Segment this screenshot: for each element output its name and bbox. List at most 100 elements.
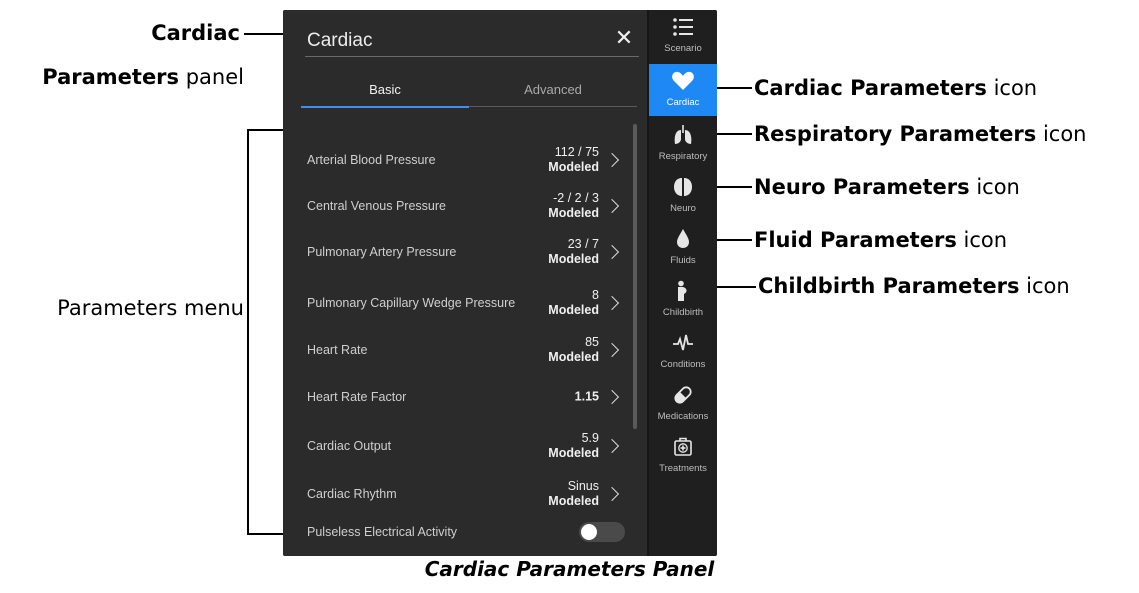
heart-icon bbox=[672, 71, 694, 90]
toggle-knob bbox=[581, 524, 597, 540]
tab-advanced[interactable]: Advanced bbox=[469, 82, 637, 97]
pulseless-electrical-activity-label: Pulseless Electrical Activity bbox=[307, 525, 458, 539]
chevron-right-icon bbox=[604, 244, 620, 260]
param-value-mode: Modeled bbox=[548, 446, 599, 460]
cardiac-parameters-panel: Cardiac ✕ Basic Advanced Arterial Blood … bbox=[283, 10, 647, 556]
chevron-right-icon bbox=[604, 389, 620, 405]
annotation-cardiac-panel: Cardiac bbox=[0, 20, 240, 46]
param-label: Cardiac Rhythm bbox=[307, 487, 397, 501]
tab-advanced-underline bbox=[469, 106, 637, 107]
param-label: Cardiac Output bbox=[307, 439, 392, 453]
annotation-line-respiratory bbox=[712, 133, 752, 135]
annotation-childbirth-icon-bold: Childbirth Parameters bbox=[758, 274, 1020, 298]
annotation-line-cardiac bbox=[712, 87, 752, 89]
sidebar-item-childbirth[interactable]: Childbirth bbox=[649, 274, 717, 326]
sidebar-label: Conditions bbox=[660, 359, 706, 370]
close-icon[interactable]: ✕ bbox=[613, 27, 635, 49]
param-label: Heart Rate bbox=[307, 343, 368, 357]
chevron-right-icon bbox=[604, 295, 620, 311]
sidebar-item-fluids[interactable]: Fluids bbox=[649, 222, 717, 274]
param-value-mode: Modeled bbox=[548, 350, 599, 364]
param-value-mode: Modeled bbox=[548, 252, 599, 266]
annotation-line-fluid bbox=[712, 239, 752, 241]
chevron-right-icon bbox=[604, 198, 620, 214]
first-aid-icon bbox=[674, 437, 692, 456]
param-label: Arterial Blood Pressure bbox=[307, 153, 436, 167]
annotation-childbirth-icon-rest: icon bbox=[1019, 274, 1070, 298]
chevron-right-icon bbox=[604, 342, 620, 358]
param-value: Sinus Modeled bbox=[548, 479, 599, 509]
param-value-number: 5.9 bbox=[581, 431, 599, 445]
annotation-line-neuro bbox=[712, 186, 752, 188]
sidebar-item-respiratory[interactable]: Respiratory bbox=[649, 118, 717, 170]
brain-icon bbox=[674, 178, 692, 196]
param-value-number: 112 / 75 bbox=[554, 145, 599, 159]
sidebar-item-conditions[interactable]: Conditions bbox=[649, 326, 717, 378]
param-label: Pulmonary Artery Pressure bbox=[307, 245, 457, 259]
param-value-mode: Modeled bbox=[548, 494, 599, 508]
param-row-pulmonary-artery-pressure[interactable]: Pulmonary Artery Pressure 23 / 7 Modeled bbox=[283, 230, 633, 274]
annotation-cardiac-icon: Cardiac Parameters icon bbox=[754, 75, 1037, 101]
param-row-central-venous-pressure[interactable]: Central Venous Pressure -2 / 2 / 3 Modele… bbox=[283, 184, 633, 228]
param-value: 23 / 7 Modeled bbox=[548, 237, 599, 267]
sidebar-item-treatments[interactable]: Treatments bbox=[649, 430, 717, 482]
param-row-heart-rate-factor[interactable]: Heart Rate Factor 1.15 bbox=[283, 375, 633, 419]
param-value: 8 Modeled bbox=[548, 288, 599, 318]
list-icon bbox=[673, 18, 693, 36]
tab-basic[interactable]: Basic bbox=[301, 82, 469, 97]
param-label: Central Venous Pressure bbox=[307, 199, 446, 213]
annotation-cardiac-panel-bold: Cardiac bbox=[151, 21, 240, 45]
sidebar-item-medications[interactable]: Medications bbox=[649, 378, 717, 430]
panel-title: Cardiac bbox=[307, 30, 373, 51]
param-row-heart-rate[interactable]: Heart Rate 85 Modeled bbox=[283, 328, 633, 372]
sidebar-label: Cardiac bbox=[666, 97, 700, 108]
annotation-cardiac-icon-rest: icon bbox=[986, 76, 1038, 100]
pulseless-electrical-activity-toggle[interactable] bbox=[579, 522, 625, 542]
sidebar-item-neuro[interactable]: Neuro bbox=[649, 170, 717, 222]
annotation-bracket-vertical bbox=[247, 129, 249, 534]
param-row-arterial-blood-pressure[interactable]: Arterial Blood Pressure 112 / 75 Modeled bbox=[283, 138, 633, 182]
sidebar-item-cardiac[interactable]: Cardiac bbox=[649, 64, 717, 116]
annotation-line-childbirth bbox=[712, 286, 756, 288]
param-value-mode: Modeled bbox=[548, 206, 599, 220]
annotation-respiratory-icon: Respiratory Parameters icon bbox=[754, 121, 1087, 147]
param-value-mode: Modeled bbox=[548, 303, 599, 317]
annotation-fluid-icon-rest: icon bbox=[956, 228, 1008, 252]
annotation-cardiac-panel-line2: Parameters panel bbox=[0, 64, 244, 90]
param-value: 85 Modeled bbox=[548, 335, 599, 365]
param-row-pulmonary-capillary-wedge-pressure[interactable]: Pulmonary Capillary Wedge Pressure 8 Mode… bbox=[283, 281, 633, 325]
parameters-sidebar: Scenario Cardiac Respiratory Neuro Fluid… bbox=[647, 10, 717, 556]
scrollbar[interactable] bbox=[633, 124, 637, 429]
annotation-fluid-icon: Fluid Parameters icon bbox=[754, 227, 1007, 253]
param-value-mode: Modeled bbox=[548, 160, 599, 174]
drop-icon bbox=[677, 229, 689, 248]
param-value: 1.15 bbox=[575, 390, 599, 405]
annotation-neuro-icon-rest: icon bbox=[969, 175, 1020, 199]
param-row-cardiac-rhythm[interactable]: Cardiac Rhythm Sinus Modeled bbox=[283, 472, 633, 516]
sidebar-label: Scenario bbox=[664, 43, 702, 54]
annotation-cardiac-panel-rest: panel bbox=[179, 65, 244, 89]
sidebar-label: Respiratory bbox=[658, 151, 708, 162]
sidebar-label: Treatments bbox=[659, 463, 707, 474]
param-label: Pulmonary Capillary Wedge Pressure bbox=[307, 296, 516, 310]
param-label: Heart Rate Factor bbox=[307, 390, 407, 404]
param-value-number: -2 / 2 / 3 bbox=[553, 191, 599, 205]
param-value-number: Sinus bbox=[567, 479, 599, 493]
pregnant-icon bbox=[678, 280, 687, 301]
annotation-respiratory-icon-rest: icon bbox=[1036, 122, 1087, 146]
annotation-respiratory-icon-bold: Respiratory Parameters bbox=[754, 122, 1037, 146]
param-value-number: 85 bbox=[585, 335, 599, 349]
tab-basic-indicator bbox=[301, 106, 469, 108]
lungs-icon bbox=[674, 125, 692, 144]
param-value-number: 23 / 7 bbox=[567, 237, 599, 251]
chevron-right-icon bbox=[604, 438, 620, 454]
annotation-cardiac-icon-bold: Cardiac Parameters bbox=[754, 76, 987, 100]
parameters-menu: Arterial Blood Pressure 112 / 75 Modeled … bbox=[283, 120, 647, 556]
device-screen: Cardiac ✕ Basic Advanced Arterial Blood … bbox=[283, 10, 717, 556]
sidebar-label: Neuro bbox=[670, 203, 696, 214]
chevron-right-icon bbox=[604, 486, 620, 502]
param-value: 112 / 75 Modeled bbox=[548, 145, 599, 175]
param-row-cardiac-output[interactable]: Cardiac Output 5.9 Modeled bbox=[283, 424, 633, 468]
sidebar-item-scenario[interactable]: Scenario bbox=[649, 10, 717, 62]
pill-icon bbox=[674, 386, 692, 404]
